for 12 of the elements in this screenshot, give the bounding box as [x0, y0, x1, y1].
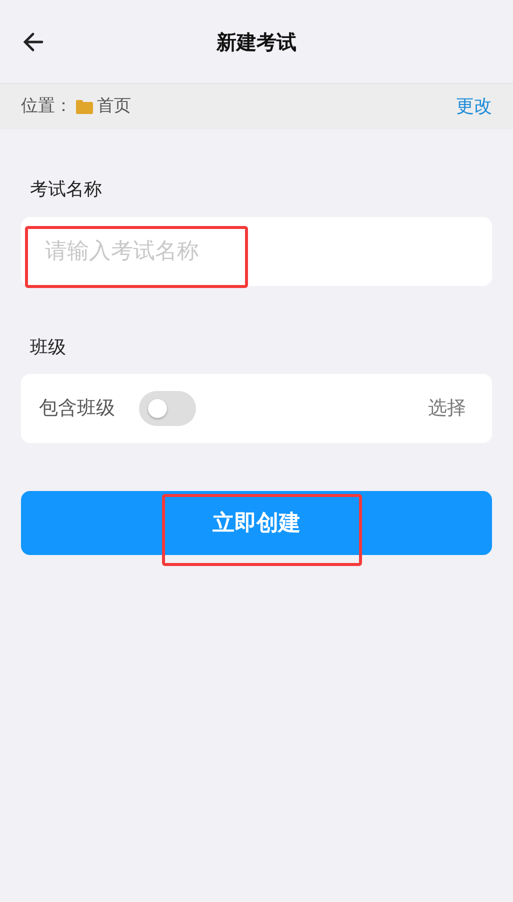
exam-name-label: 考试名称: [29, 178, 103, 202]
folder-icon: [76, 100, 93, 114]
folder-name: 首页: [97, 94, 131, 118]
select-link[interactable]: 选择: [428, 394, 466, 423]
include-class-label: 包含班级: [39, 396, 115, 422]
location-label: 位置：: [21, 94, 72, 118]
class-section-label: 班级: [29, 336, 67, 360]
include-class-toggle[interactable]: [139, 391, 196, 426]
change-link[interactable]: 更改: [456, 93, 492, 120]
create-button[interactable]: 立即创建: [21, 491, 492, 555]
back-arrow-icon[interactable]: [22, 31, 44, 53]
page-title: 新建考试: [216, 28, 296, 56]
